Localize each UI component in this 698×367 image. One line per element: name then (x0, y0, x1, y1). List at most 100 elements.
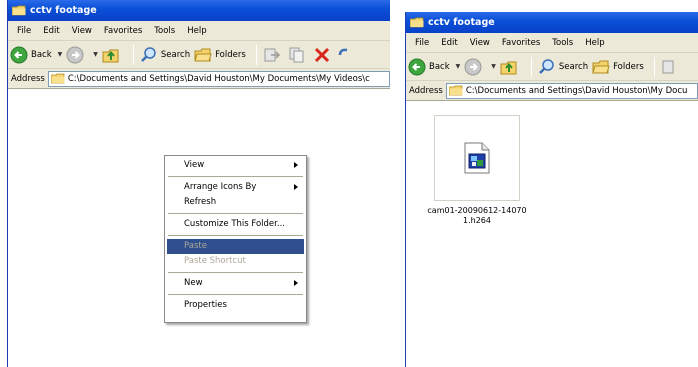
move-to-icon (264, 48, 280, 61)
ctx-customize-folder[interactable]: Customize This Folder... (167, 217, 304, 232)
ctx-new-label: New (184, 278, 203, 288)
menu-separator (168, 272, 303, 273)
submenu-arrow-icon (294, 280, 298, 286)
forward-button[interactable] (66, 46, 87, 64)
search-label: Search (558, 61, 589, 72)
menu-file[interactable]: File (409, 38, 435, 48)
address-label: Address (409, 85, 443, 96)
ctx-paste-shortcut-label: Paste Shortcut (184, 256, 246, 266)
up-folder-button[interactable] (500, 58, 521, 76)
ctx-new[interactable]: New (167, 276, 304, 291)
menu-edit[interactable]: Edit (435, 38, 463, 48)
up-folder-button[interactable] (102, 46, 123, 64)
toolbar-separator (255, 44, 257, 65)
back-arrow-icon (10, 46, 28, 63)
submenu-arrow-icon (294, 162, 298, 168)
menu-tools[interactable]: Tools (546, 38, 579, 48)
address-bar: Address C:\Documents and Settings\David … (8, 69, 390, 89)
folders-label: Folders (215, 49, 246, 60)
search-button[interactable]: Search (538, 58, 588, 76)
ctx-paste-label: Paste (184, 241, 207, 251)
title-bar[interactable]: cctv footage (8, 0, 390, 21)
menu-help[interactable]: Help (181, 26, 212, 36)
submenu-arrow-icon (294, 184, 298, 190)
menu-help[interactable]: Help (579, 38, 610, 48)
ctx-paste-shortcut[interactable]: Paste Shortcut (167, 254, 304, 269)
address-bar: Address C:\Documents and Settings\David … (406, 81, 698, 101)
folders-label: Folders (613, 61, 644, 72)
toolbar-separator (530, 56, 532, 77)
ctx-arrange-icons-by[interactable]: Arrange Icons By (167, 180, 304, 195)
toolbar: Back ▼ ▼ Search Folders (8, 41, 390, 69)
title-bar[interactable]: cctv footage (406, 12, 698, 33)
ctx-view[interactable]: View (167, 158, 304, 173)
file-name: cam01-20090612-14070 1.h264 (427, 206, 527, 225)
delete-icon (314, 47, 329, 62)
forward-arrow-icon (66, 46, 84, 63)
back-label: Back (31, 49, 52, 60)
menu-separator (168, 176, 303, 177)
ctx-properties[interactable]: Properties (167, 298, 304, 313)
folder-icon (448, 85, 463, 96)
copy-to-icon (289, 47, 304, 62)
folder-icon (409, 17, 424, 28)
file-item[interactable]: cam01-20090612-14070 1.h264 (423, 115, 531, 226)
search-button[interactable]: Search (140, 46, 190, 64)
menu-tools[interactable]: Tools (148, 26, 181, 36)
forward-button[interactable] (464, 58, 485, 76)
menu-bar: File Edit View Favorites Tools Help (8, 21, 390, 41)
search-label: Search (160, 49, 191, 60)
address-input[interactable]: C:\Documents and Settings\David Houston\… (445, 82, 698, 99)
ctx-customize-label: Customize This Folder... (184, 219, 285, 229)
ctx-paste[interactable]: Paste (167, 239, 304, 254)
menu-bar: File Edit View Favorites Tools Help (406, 33, 698, 53)
toolbar-separator (132, 44, 134, 65)
move-to-icon (662, 60, 674, 73)
move-to-button[interactable] (263, 46, 284, 64)
folder-icon (50, 73, 65, 84)
forward-dropdown-icon[interactable]: ▼ (491, 63, 496, 70)
ctx-refresh-label: Refresh (184, 197, 217, 207)
folders-button[interactable]: Folders (194, 46, 246, 64)
folders-icon (194, 48, 212, 61)
back-dropdown-icon[interactable]: ▼ (456, 63, 461, 70)
back-button[interactable]: Back (408, 58, 450, 76)
forward-dropdown-icon[interactable]: ▼ (93, 51, 98, 58)
folders-icon (592, 60, 610, 73)
menu-separator (168, 294, 303, 295)
delete-button[interactable] (313, 46, 334, 64)
move-to-button[interactable] (661, 58, 682, 76)
explorer-window-right: cctv footage File Edit View Favorites To… (405, 12, 698, 367)
menu-view[interactable]: View (66, 26, 98, 36)
folders-button[interactable]: Folders (592, 58, 644, 76)
window-title: cctv footage (30, 5, 97, 16)
address-input[interactable]: C:\Documents and Settings\David Houston\… (47, 70, 390, 87)
toolbar: Back ▼ ▼ Search Folders (406, 53, 698, 81)
ctx-arrange-label: Arrange Icons By (184, 182, 257, 192)
address-path: C:\Documents and Settings\David Houston\… (67, 73, 370, 84)
back-button[interactable]: Back (10, 46, 52, 64)
address-path: C:\Documents and Settings\David Houston\… (465, 85, 688, 96)
menu-edit[interactable]: Edit (37, 26, 65, 36)
forward-arrow-icon (464, 58, 482, 75)
back-dropdown-icon[interactable]: ▼ (58, 51, 63, 58)
undo-button[interactable] (338, 46, 351, 64)
menu-favorites[interactable]: Favorites (496, 38, 546, 48)
back-label: Back (429, 61, 450, 72)
file-list-area[interactable]: cam01-20090612-14070 1.h264 (406, 101, 698, 367)
menu-separator (168, 213, 303, 214)
menu-favorites[interactable]: Favorites (98, 26, 148, 36)
window-title: cctv footage (428, 17, 495, 28)
menu-separator (168, 235, 303, 236)
context-menu: View Arrange Icons By Refresh Customize … (164, 155, 307, 323)
ctx-refresh[interactable]: Refresh (167, 195, 304, 210)
ctx-view-label: View (184, 160, 205, 170)
copy-to-button[interactable] (288, 46, 309, 64)
up-folder-icon (500, 61, 517, 74)
address-label: Address (11, 73, 45, 84)
search-icon (141, 46, 156, 62)
menu-file[interactable]: File (11, 26, 37, 36)
menu-view[interactable]: View (464, 38, 496, 48)
back-arrow-icon (408, 58, 426, 75)
ctx-properties-label: Properties (184, 300, 227, 310)
